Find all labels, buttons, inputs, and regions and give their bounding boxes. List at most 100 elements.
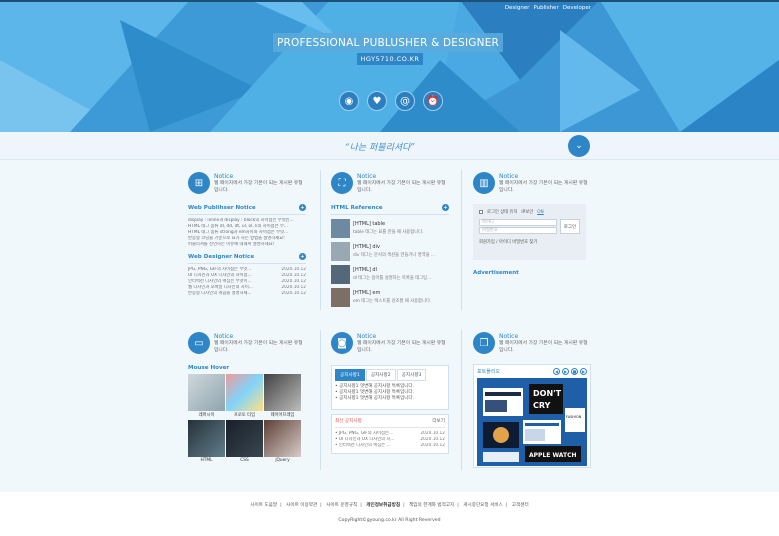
more-link[interactable]: 더보기: [432, 418, 445, 424]
gallery-item[interactable]: HTML: [188, 420, 225, 463]
bar-chart-icon: ▥: [473, 172, 495, 194]
signup-links[interactable]: 회원가입 / 아이디 비밀번호 찾기: [479, 239, 580, 245]
gallery-item[interactable]: 웨어어프레임: [264, 374, 301, 418]
nav-developer[interactable]: Developer: [563, 5, 591, 11]
portfolio-image[interactable]: DON'T CRY FASHION APPLE WATCH: [477, 378, 587, 466]
notice-card: ▭ Notice 웹 페이지에서 가장 기본이 되는 게시판 유형입니다.: [188, 332, 306, 354]
notice-title[interactable]: Notice: [214, 333, 306, 340]
latest-header: 최신 공지사항 더보기: [335, 418, 445, 428]
notice-card: ◙ Notice 웹 페이지에서 가장 기본이 되는 게시판 유형입니다.: [331, 332, 449, 354]
gallery-icon: ❐: [473, 332, 495, 354]
divider: [461, 170, 462, 310]
hero-icon-row: ◉ ♥ @ ⏰: [339, 91, 443, 111]
board-column: ◙ Notice 웹 페이지에서 가장 기본이 되는 게시판 유형입니다. 공지…: [331, 332, 449, 454]
notice-title[interactable]: Notice: [357, 173, 449, 180]
reference-item[interactable]: [HTML] table table 태그는 표를 만들 때 사용합니다.: [331, 219, 449, 238]
divider: [188, 263, 306, 264]
html-reference-header: HTML Reference +: [331, 204, 449, 211]
portfolio-column: ❐ Notice 웹 페이지에서 가장 기본이 되는 게시판 유형입니다. 포트…: [473, 332, 591, 468]
monitor-icon: ▭: [188, 332, 210, 354]
play-icon[interactable]: ▶: [580, 368, 587, 375]
gallery-item[interactable]: 레퍼시이: [188, 374, 225, 418]
more-plus-icon[interactable]: +: [299, 204, 306, 211]
advertisement-title: Advertisement: [473, 270, 519, 276]
ip-security-toggle[interactable]: ON: [537, 210, 544, 215]
alarm-icon[interactable]: ⏰: [423, 91, 443, 111]
latest-list: • JPG, PNG, GIF의 차이점은... 2020.10.12 • UI …: [335, 431, 445, 449]
notice-desc: 웹 페이지에서 가장 기본이 되는 게시판 유형입니다.: [499, 181, 588, 193]
nav-publisher[interactable]: Publisher: [533, 5, 558, 11]
footer-link-rules[interactable]: 사이트 운영규칙: [326, 503, 357, 508]
footer-link-help[interactable]: 사이트 도움말: [250, 503, 277, 508]
image-icon: ⊞: [188, 172, 210, 194]
reference-desc: em 태그는 텍스트를 강조할 때 사용합니다.: [353, 299, 432, 304]
reference-tag: [HTML] table: [353, 221, 386, 227]
tab-notice-2[interactable]: 공지사항2: [365, 369, 396, 381]
login-options: 로그인 상태 유지 IP보안 ON: [479, 209, 580, 215]
at-icon[interactable]: @: [395, 91, 415, 111]
tab-list: • 공지사항1 멋변해 공지사항 특록입니다. • 공지사항1 멋변해 공지사항…: [335, 384, 445, 402]
footer-links: 사이트 도움말 | 사이트 이용약관 | 사이트 운영규칙 | 개인정보취급방침 | 책…: [250, 503, 529, 508]
record-icon[interactable]: ◉: [339, 91, 359, 111]
designer-notice-list: JPG, PNG, GIF의 차이점은 무엇... 2020.10.12 UI 디…: [188, 267, 306, 297]
designer-notice-title: Web Designer Notice: [188, 253, 255, 260]
password-field[interactable]: 비밀번호: [479, 227, 557, 234]
stop-icon[interactable]: ■: [571, 368, 578, 375]
nav-designer[interactable]: Designer: [505, 5, 530, 11]
gallery-image: [188, 420, 225, 457]
list-item[interactable]: • 공지사항1 멋변해 공지사항 특록입니다.: [335, 396, 445, 402]
notice-desc: 웹 페이지에서 가장 기본이 되는 게시판 유형입니다.: [499, 341, 588, 353]
notice-title[interactable]: Notice: [357, 333, 449, 340]
reference-thumbnail: [331, 288, 350, 307]
footer-link-privacy[interactable]: 개인정보취급방침: [366, 503, 400, 508]
reference-item[interactable]: [HTML] dl dl 태그는 용어를 설명하는 목록을 태그입...: [331, 265, 449, 284]
top-nav: Designer Publisher Developer: [505, 5, 591, 11]
latest-notice-box: 최신 공지사항 더보기 • JPG, PNG, GIF의 차이점은... 2020…: [331, 414, 449, 454]
tab-notice-3[interactable]: 공지사항3: [396, 369, 427, 381]
notice-title[interactable]: Notice: [499, 333, 591, 340]
heart-icon[interactable]: ♥: [367, 91, 387, 111]
reference-column: ⛶ Notice 웹 페이지에서 가장 기본이 되는 게시판 유형입니다. HT…: [331, 172, 449, 307]
reference-desc: div 태그는 문서의 섹션을 만들거나 영역을 ...: [353, 253, 436, 258]
notice-card: ⊞ Notice 웹 페이지에서 가장 기본이 되는 게시판 유형입니다.: [188, 172, 306, 194]
gallery-item[interactable]: CSS: [226, 420, 263, 463]
polygon-background: [0, 0, 779, 132]
gallery-item[interactable]: jQuery: [264, 420, 301, 463]
reference-item[interactable]: [HTML] em em 태그는 텍스트를 강조할 때 사용합니다.: [331, 288, 449, 307]
list-item[interactable]: • 인터렉션 디자인의 핵심은 ... 2020.10.12: [335, 443, 445, 449]
svg-text:DON'T: DON'T: [533, 389, 562, 398]
reference-item[interactable]: [HTML] div div 태그는 문서의 섹션을 만들거나 영역을 ...: [331, 242, 449, 261]
footer-link-support[interactable]: 고객센터: [512, 503, 529, 508]
notice-title[interactable]: Notice: [499, 173, 591, 180]
list-item[interactable]: 퍼블리셔를 선언하는 이유에 대해서 설명하세요!: [188, 242, 306, 248]
footer: 사이트 도움말 | 사이트 이용약관 | 사이트 운영규칙 | 개인정보취급방침 | 책…: [0, 492, 779, 536]
footer-link-terms[interactable]: 사이트 이용약관: [286, 503, 317, 508]
keep-login-label: 로그인 상태 유지: [487, 210, 518, 215]
more-plus-icon[interactable]: +: [299, 253, 306, 260]
footer-link-takedown[interactable]: 게시중단요청 서비스: [463, 503, 503, 508]
publisher-notice-list: display : inline과 display : block의 차이점은 …: [188, 218, 306, 248]
gallery-item[interactable]: 프로토 타입: [226, 374, 263, 418]
keep-login-checkbox[interactable]: [479, 210, 483, 214]
login-button[interactable]: 로그인: [560, 219, 580, 234]
next-icon[interactable]: ▶: [562, 368, 569, 375]
chevron-down-icon[interactable]: ⌄: [568, 135, 590, 157]
footer-link-liability[interactable]: 책임의 한계와 법적고지: [409, 503, 454, 508]
list-item[interactable]: 반응형 디자인의 개념을 설명하세... 2020.10.12: [188, 291, 306, 297]
login-box: 로그인 상태 유지 IP보안 ON 아이디 비밀번호 로그인 회원가입 / 아이…: [473, 204, 586, 260]
portfolio-controls: ◀ ▶ ■ ▶: [553, 368, 587, 375]
notice-tabs: 공지사항1 공지사항2 공지사항3 • 공지사항1 멋변해 공지사항 특록입니다…: [331, 365, 449, 410]
tab-notice-1[interactable]: 공지사항1: [335, 369, 365, 381]
divider: [320, 330, 321, 470]
notice-desc: 웹 페이지에서 가장 기본이 되는 게시판 유형입니다.: [357, 181, 446, 193]
id-field[interactable]: 아이디: [479, 219, 557, 226]
slogan-bar: “나는 퍼블리셔다” ⌄: [0, 132, 779, 160]
notice-title[interactable]: Notice: [214, 173, 306, 180]
reference-thumbnail: [331, 265, 350, 284]
camera-icon: ◙: [331, 332, 353, 354]
more-plus-icon[interactable]: +: [442, 204, 449, 211]
reference-tag: [HTML] div: [353, 244, 380, 250]
prev-icon[interactable]: ◀: [553, 368, 560, 375]
latest-title: 최신 공지사항: [335, 419, 362, 424]
login-fields: 아이디 비밀번호 로그인: [479, 219, 580, 235]
